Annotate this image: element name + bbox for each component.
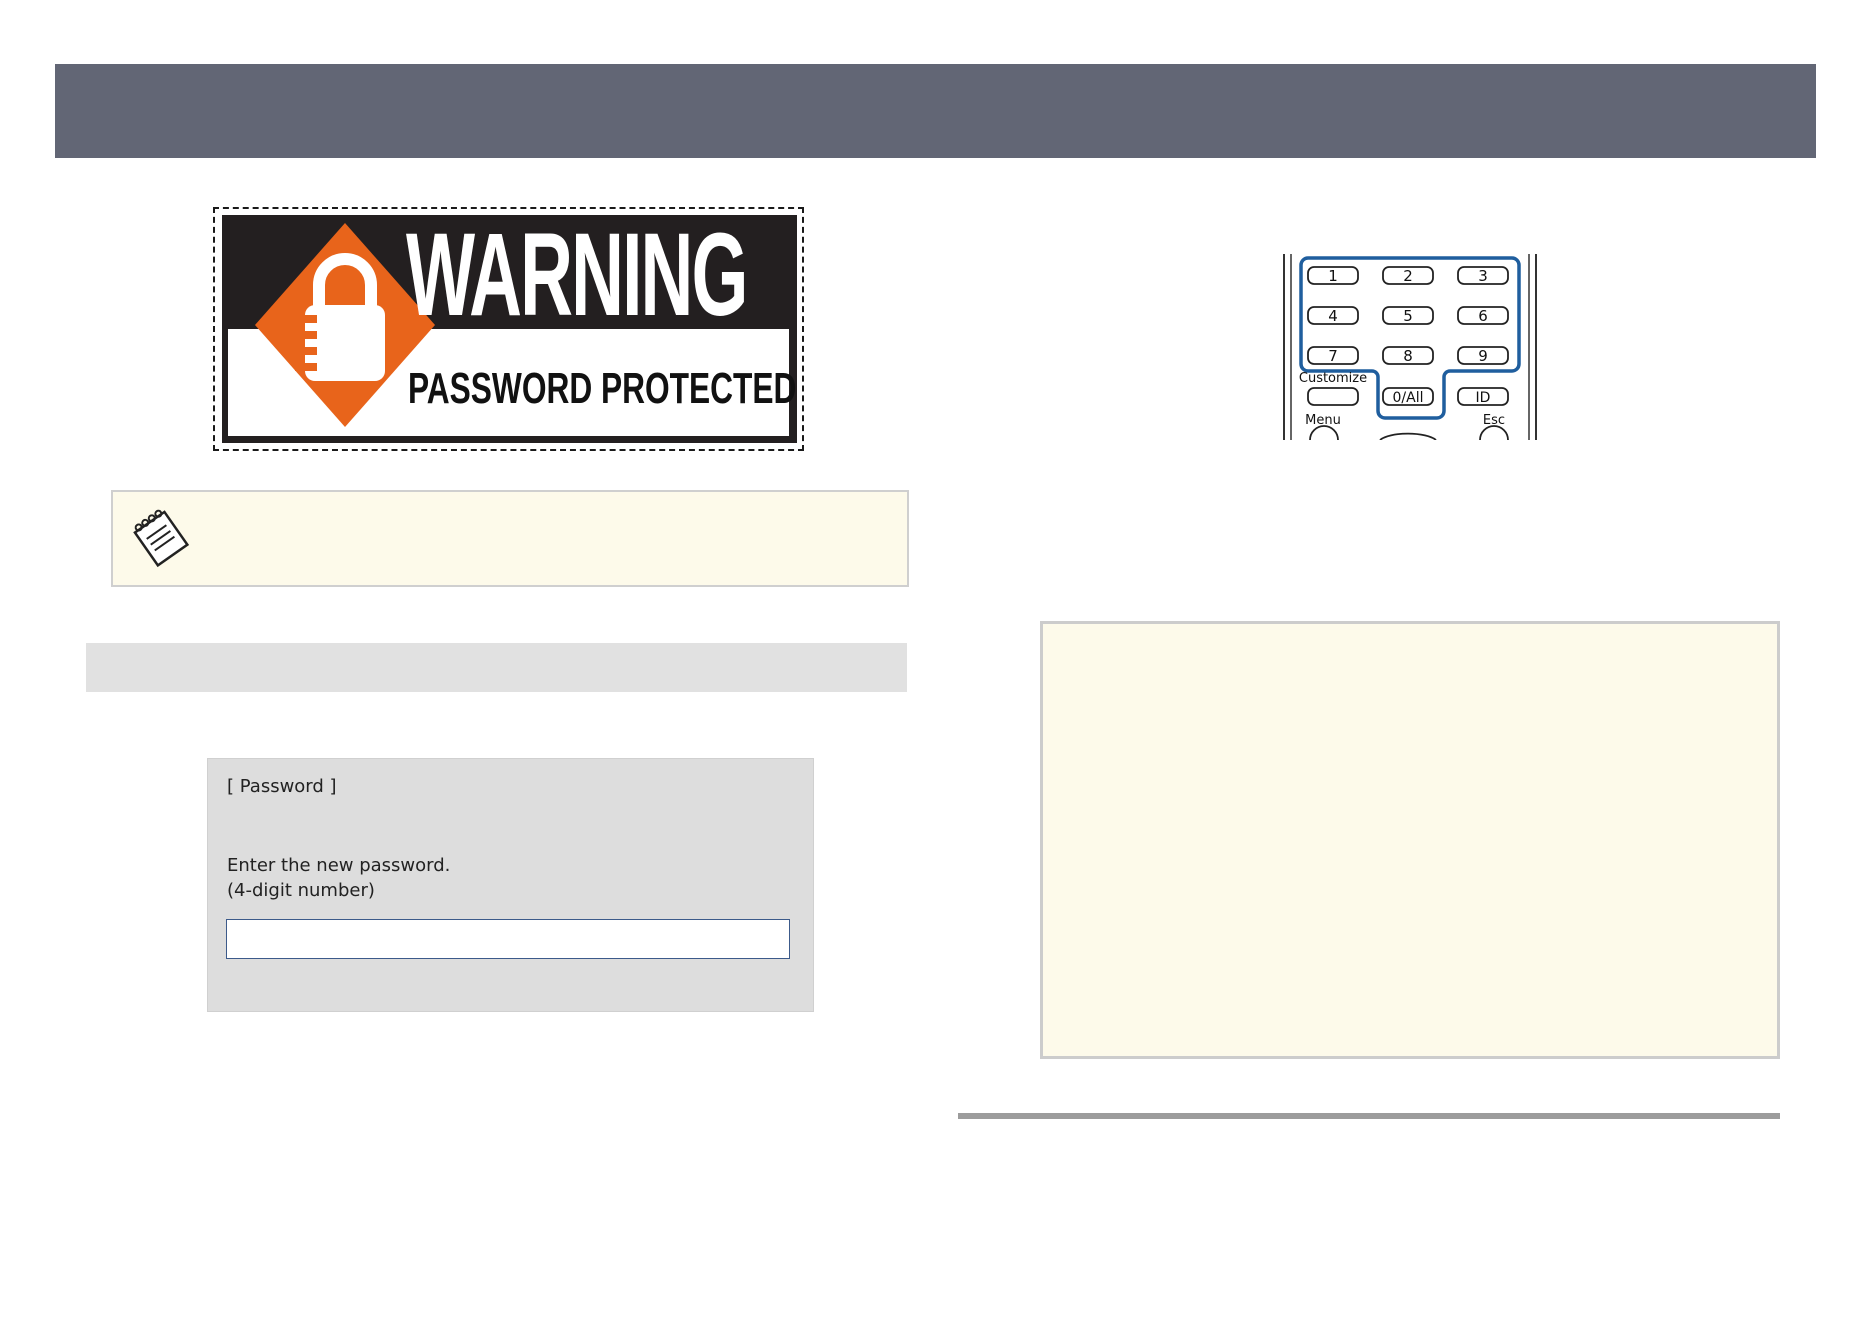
notepad-icon bbox=[133, 509, 190, 568]
section-heading-bar bbox=[86, 643, 907, 692]
remote-key-4: 4 bbox=[1328, 307, 1338, 325]
remote-key-3: 3 bbox=[1478, 267, 1488, 285]
remote-key-id: ID bbox=[1476, 390, 1491, 406]
section-divider bbox=[958, 1113, 1780, 1119]
remote-key-6: 6 bbox=[1478, 307, 1488, 325]
remote-key-5: 5 bbox=[1403, 307, 1413, 325]
remote-key-0-all: 0/All bbox=[1393, 390, 1424, 406]
remote-key-7: 7 bbox=[1328, 347, 1338, 365]
note-box bbox=[111, 490, 909, 587]
remote-control: 1 2 3 4 5 6 7 8 9 Customize 0/All ID Men… bbox=[1283, 254, 1537, 440]
password-input[interactable] bbox=[226, 919, 790, 959]
page-header-banner bbox=[55, 64, 1816, 158]
remote-key-1: 1 bbox=[1328, 267, 1338, 285]
sticker-subline: PASSWORD PROTECTED bbox=[408, 364, 797, 413]
remote-key-9: 9 bbox=[1478, 347, 1488, 365]
dialog-prompt: Enter the new password. bbox=[227, 855, 451, 876]
sticker-headline: WARNING bbox=[406, 209, 748, 341]
remote-key-2: 2 bbox=[1403, 267, 1413, 285]
remote-key-8: 8 bbox=[1403, 347, 1413, 365]
dialog-hint: (4-digit number) bbox=[227, 880, 375, 901]
dialog-title: [ Password ] bbox=[227, 776, 337, 797]
remote-customize-label: Customize bbox=[1299, 371, 1367, 386]
note-box-large bbox=[1040, 621, 1780, 1059]
